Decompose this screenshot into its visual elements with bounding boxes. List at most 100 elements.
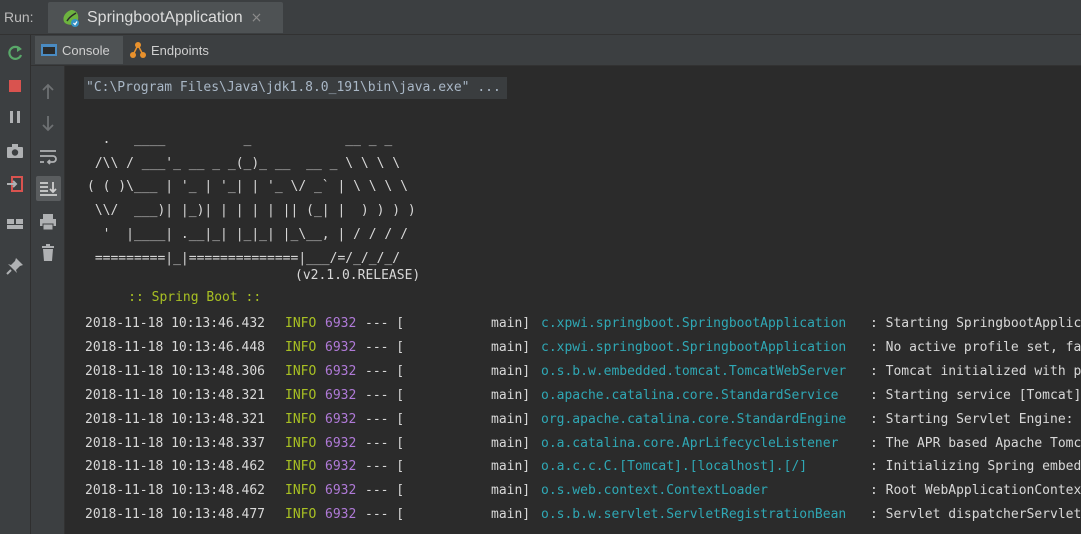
log-timestamp: 2018-11-18 10:13:48.477 — [85, 507, 266, 523]
log-timestamp: 2018-11-18 10:13:48.321 — [85, 411, 266, 427]
layout-icon[interactable] — [4, 213, 26, 235]
log-logger[interactable]: org.apache.catalina.core.StandardEngine — [541, 409, 846, 431]
run-toolbar: Run: SpringbootApplication × — [0, 0, 1081, 35]
log-row: 2018-11-18 10:13:48.321 INFO 6932 --- [ main… — [65, 409, 1081, 431]
log-thread: main] — [491, 411, 531, 427]
log-pid: 6932 — [325, 411, 357, 427]
print-icon[interactable] — [37, 211, 59, 233]
tab-endpoints[interactable]: Endpoints — [125, 36, 225, 64]
log-message: : Tomcat initialized with port — [870, 363, 1081, 379]
log-message: : No active profile set, fall — [870, 339, 1081, 355]
log-separator: --- [ — [365, 459, 405, 475]
console-icon — [40, 42, 58, 58]
arrow-down-icon[interactable] — [37, 112, 59, 134]
log-level: INFO — [285, 411, 317, 427]
log-level: INFO — [285, 339, 317, 355]
log-level: INFO — [285, 387, 317, 403]
tab-console[interactable]: Console — [35, 36, 123, 64]
log-pid: 6932 — [325, 316, 357, 331]
soft-wrap-icon[interactable] — [37, 145, 59, 167]
log-timestamp: 2018-11-18 10:13:46.432 — [85, 316, 266, 331]
log-logger[interactable]: o.apache.catalina.core.StandardService — [541, 385, 838, 407]
log-level: INFO — [285, 507, 317, 523]
log-separator: --- [ — [365, 411, 405, 427]
log-row: 2018-11-18 10:13:48.477 INFO 6932 --- [ main… — [65, 504, 1081, 526]
log-thread: main] — [491, 339, 531, 355]
console-output[interactable]: "C:\Program Files\Java\jdk1.8.0_191\bin\… — [65, 66, 1081, 534]
log-separator: --- [ — [365, 339, 405, 355]
run-side-toolbar — [0, 35, 31, 534]
trash-icon[interactable] — [37, 242, 59, 264]
log-pid: 6932 — [325, 483, 357, 499]
tab-endpoints-label: Endpoints — [151, 42, 209, 58]
arrow-up-icon[interactable] — [37, 81, 59, 103]
log-message: : Servlet dispatcherServlet m — [870, 507, 1081, 523]
log-separator: --- [ — [365, 316, 405, 331]
log-logger[interactable]: o.s.web.context.ContextLoader — [541, 480, 768, 502]
log-logger[interactable]: o.s.b.w.servlet.ServletRegistrationBean — [541, 504, 846, 526]
log-timestamp: 2018-11-18 10:13:46.448 — [85, 339, 266, 355]
camera-icon[interactable] — [4, 140, 26, 162]
log-row: 2018-11-18 10:13:48.462 INFO 6932 --- [main… — [65, 480, 1081, 502]
log-pid: 6932 — [325, 507, 357, 523]
log-row: 2018-11-18 10:13:48.306 INFO 6932 --- [main… — [65, 361, 1081, 383]
log-pid: 6932 — [325, 459, 357, 475]
spring-boot-label: :: Spring Boot :: — [120, 290, 262, 305]
command-line[interactable]: "C:\Program Files\Java\jdk1.8.0_191\bin\… — [84, 77, 507, 99]
log-thread: main] — [491, 363, 531, 379]
log-logger[interactable]: o.a.catalina.core.AprLifecycleListener — [541, 433, 838, 455]
scroll-to-end-icon[interactable] — [36, 176, 61, 201]
log-separator: --- [ — [365, 387, 405, 403]
console-toolbar — [31, 66, 65, 534]
pause-icon[interactable] — [4, 106, 26, 128]
log-level: INFO — [285, 363, 317, 379]
run-tab-springboot-application[interactable]: SpringbootApplication × — [48, 2, 283, 33]
log-message: : Root WebApplicationContext: — [870, 483, 1081, 499]
log-timestamp: 2018-11-18 10:13:48.337 — [85, 435, 266, 451]
spring-boot-version: (v2.1.0.RELEASE) — [295, 268, 421, 283]
log-thread: main] — [491, 483, 531, 499]
log-logger[interactable]: o.s.b.w.embedded.tomcat.TomcatWebServer — [541, 361, 846, 383]
log-row: 2018-11-18 10:13:48.462 INFO 6932 --- [ main… — [65, 456, 1081, 478]
run-tab-label: SpringbootApplication — [87, 8, 243, 26]
log-level: INFO — [285, 459, 317, 475]
log-message: : The APR based Apache Tomcat — [870, 435, 1081, 451]
log-thread: main] — [491, 316, 531, 331]
log-row: 2018-11-18 10:13:48.337 INFO 6932 --- [main… — [65, 433, 1081, 455]
rerun-icon[interactable] — [4, 42, 26, 64]
log-row: 2018-11-18 10:13:48.321 INFO 6932 --- [ main… — [65, 385, 1081, 407]
log-logger[interactable]: c.xpwi.springboot.SpringbootApplication — [541, 337, 846, 359]
log-message: : Starting service [Tomcat] — [870, 387, 1081, 403]
pin-icon[interactable] — [4, 255, 26, 277]
log-message: : Starting Servlet Engine: Apa — [870, 411, 1074, 427]
run-label: Run: — [4, 9, 34, 25]
exit-icon[interactable] — [4, 173, 26, 195]
log-thread: main] — [491, 435, 531, 451]
log-level: INFO — [285, 316, 317, 331]
log-separator: --- [ — [365, 483, 405, 499]
stop-icon[interactable] — [4, 75, 26, 97]
log-timestamp: 2018-11-18 10:13:48.321 — [85, 387, 266, 403]
tab-console-label: Console — [62, 42, 110, 58]
console-tab-bar: Console Endpoints — [31, 35, 1081, 66]
log-separator: --- [ — [365, 363, 405, 379]
log-pid: 6932 — [325, 387, 357, 403]
spring-boot-icon — [61, 8, 81, 28]
log-thread: main] — [491, 459, 531, 475]
close-icon[interactable]: × — [251, 10, 263, 26]
spring-banner: . ____ _ __ _ _ /\\ / ___'_ __ _ _(_)_ _… — [87, 132, 416, 266]
log-pid: 6932 — [325, 339, 357, 355]
log-timestamp: 2018-11-18 10:13:48.306 — [85, 363, 266, 379]
log-message: : Starting SpringbootApplication — [870, 316, 1081, 331]
log-level: INFO — [285, 483, 317, 499]
log-separator: --- [ — [365, 507, 405, 523]
log-level: INFO — [285, 435, 317, 451]
log-logger[interactable]: c.xpwi.springboot.SpringbootApplication — [541, 313, 846, 335]
log-thread: main] — [491, 507, 531, 523]
log-logger[interactable]: o.a.c.c.C.[Tomcat].[localhost].[/] — [541, 456, 807, 478]
log-thread: main] — [491, 387, 531, 403]
log-message: : Initializing Spring embedded — [870, 459, 1081, 475]
log-pid: 6932 — [325, 435, 357, 451]
log-timestamp: 2018-11-18 10:13:48.462 — [85, 459, 266, 475]
endpoints-icon — [128, 41, 148, 59]
